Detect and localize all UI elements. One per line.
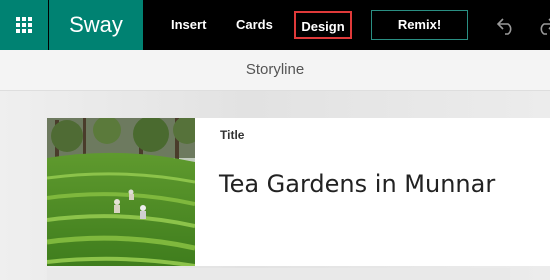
cards-tab[interactable]: Cards — [236, 0, 273, 50]
design-tab[interactable]: Design — [294, 11, 352, 39]
app-launcher-icon — [16, 17, 32, 33]
remix-button[interactable]: Remix! — [371, 10, 468, 40]
undo-button[interactable] — [495, 15, 517, 35]
app-launcher-button[interactable] — [0, 0, 48, 50]
app-name[interactable]: Sway — [49, 0, 143, 50]
top-bar: Sway Insert Cards Design Remix! — [0, 0, 550, 50]
undo-icon — [496, 18, 512, 35]
card-title-text[interactable]: Tea Gardens in Munnar — [219, 170, 495, 198]
redo-button[interactable] — [535, 15, 550, 35]
redo-icon — [540, 18, 550, 35]
insert-tab[interactable]: Insert — [171, 0, 206, 50]
title-card[interactable]: Title Tea Gardens in Munnar — [47, 118, 550, 266]
storyline-tab[interactable]: Storyline — [0, 50, 550, 91]
next-card-placeholder — [47, 268, 510, 280]
card-type-label: Title — [220, 128, 245, 142]
tea-garden-image[interactable] — [47, 118, 195, 266]
tea-garden-photo — [47, 118, 195, 266]
